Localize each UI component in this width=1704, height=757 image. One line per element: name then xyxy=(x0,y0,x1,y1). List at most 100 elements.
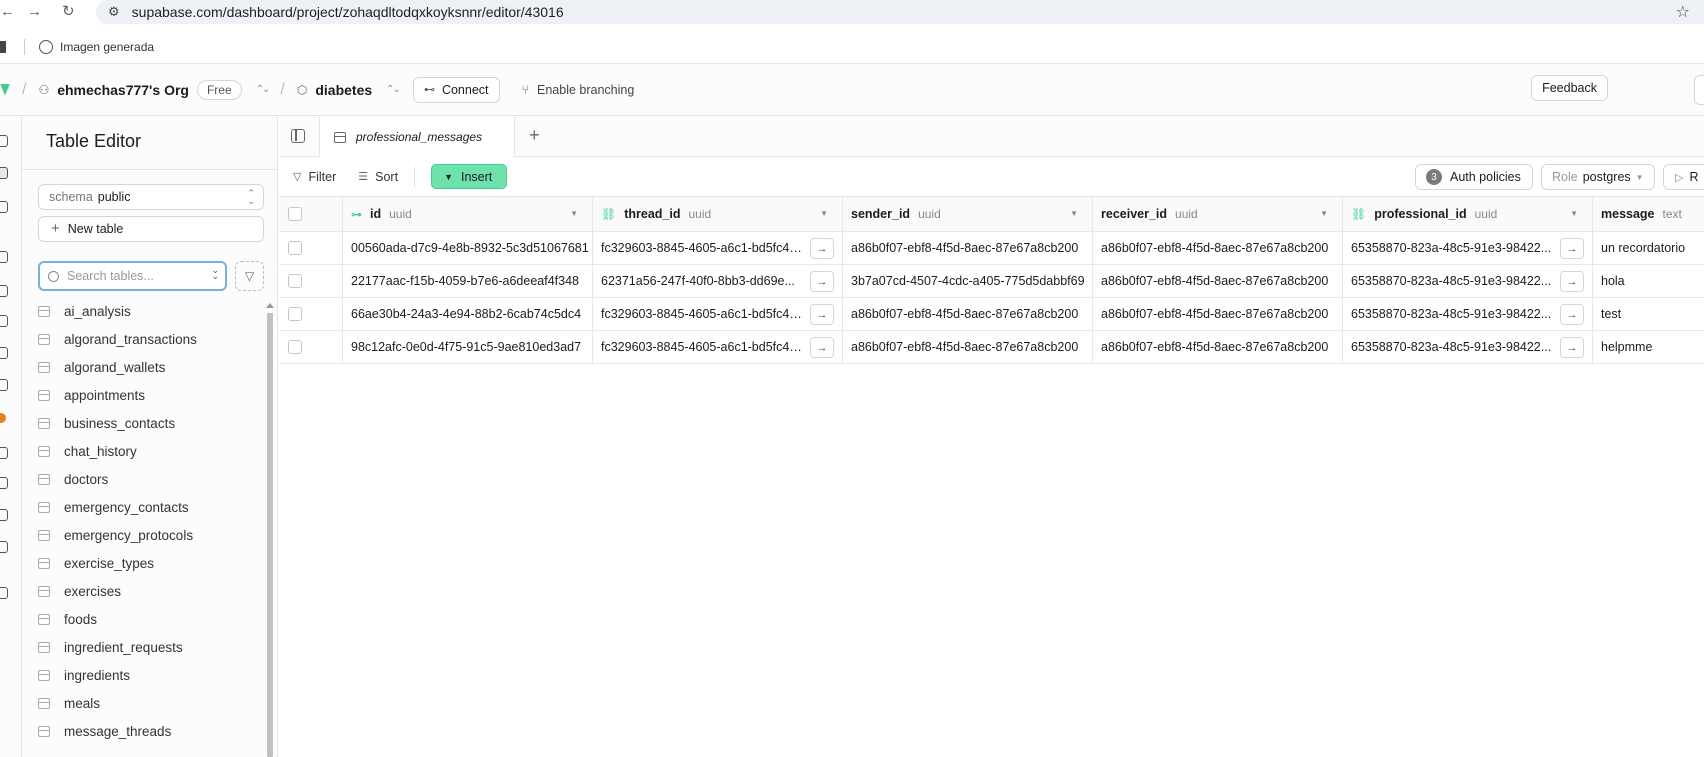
enable-branching-button[interactable]: ⑂ Enable branching xyxy=(522,83,635,97)
cell-receiver-id[interactable]: a86b0f07-ebf8-4f5d-8aec-87e67a8cb200 xyxy=(1093,298,1343,330)
table-row[interactable]: 66ae30b4-24a3-4e94-88b2-6cab74c5dc4 fc329… xyxy=(279,298,1704,331)
table-list-item[interactable]: emergency_contacts xyxy=(22,493,266,521)
supabase-logo-icon[interactable] xyxy=(0,83,10,96)
auth-icon[interactable] xyxy=(0,285,8,297)
table-list-item[interactable]: ingredients xyxy=(22,661,266,689)
settings-icon[interactable] xyxy=(0,587,8,599)
table-list-item[interactable]: appointments xyxy=(22,381,266,409)
table-list-item[interactable]: algorand_wallets xyxy=(22,353,266,381)
cell-professional-id[interactable]: 65358870-823a-48c5-91e3-98422... → xyxy=(1343,265,1593,297)
column-header-thread-id[interactable]: ⛓ thread_id uuid ▼ xyxy=(593,197,843,231)
search-input[interactable] xyxy=(67,269,197,283)
column-header-id[interactable]: ⊶ id uuid ▼ xyxy=(343,197,593,231)
cell-id[interactable]: 98c12afc-0e0d-4f75-91c5-9ae810ed3ad7 xyxy=(343,331,593,363)
cell-thread-id[interactable]: 62371a56-247f-40f0-8bb3-dd69e... → xyxy=(593,265,843,297)
connect-button[interactable]: ⊷ Connect xyxy=(412,76,500,103)
project-name[interactable]: diabetes xyxy=(315,82,372,98)
table-list-item[interactable]: chat_history xyxy=(22,437,266,465)
table-list-item[interactable]: exercises xyxy=(22,577,266,605)
arrow-right-icon[interactable]: → xyxy=(810,238,834,259)
bookmark-imagen-generada[interactable]: Imagen generada xyxy=(39,39,154,54)
api-docs-icon[interactable] xyxy=(0,509,8,521)
chevron-down-icon[interactable]: ▼ xyxy=(570,209,578,218)
chevron-down-icon[interactable]: ▼ xyxy=(1320,209,1328,218)
table-row[interactable]: 22177aac-f15b-4059-b7e6-a6deeaf4f348 6237… xyxy=(279,265,1704,298)
select-all-checkbox[interactable] xyxy=(288,207,302,221)
topbar-overflow-button[interactable] xyxy=(1694,75,1704,105)
org-switcher-icon[interactable]: ⌃⌄ xyxy=(256,84,271,95)
role-select[interactable]: Role postgres ▼ xyxy=(1541,164,1655,190)
reports-icon[interactable] xyxy=(0,447,8,459)
logs-icon[interactable] xyxy=(0,477,8,489)
home-icon[interactable] xyxy=(0,135,8,147)
add-tab-icon[interactable]: + xyxy=(529,125,540,146)
cell-thread-id[interactable]: fc329603-8845-4605-a6c1-bd5fc4d1a2b0 → xyxy=(593,232,843,264)
apps-grid-icon[interactable] xyxy=(0,40,10,53)
column-header-message[interactable]: message text xyxy=(1593,197,1704,231)
back-icon[interactable]: ← xyxy=(0,3,15,20)
cell-message[interactable]: un recordatorio xyxy=(1593,232,1704,264)
scrollbar-thumb[interactable] xyxy=(267,313,273,757)
table-list-item[interactable]: doctors xyxy=(22,465,266,493)
sidebar-scrollbar[interactable] xyxy=(266,303,274,757)
storage-icon[interactable] xyxy=(0,315,8,327)
database-icon[interactable] xyxy=(0,251,8,263)
chevron-down-icon[interactable]: ▼ xyxy=(1070,209,1078,218)
arrow-right-icon[interactable]: → xyxy=(1560,271,1584,292)
table-list-item[interactable]: message_threads xyxy=(22,717,266,745)
schema-select[interactable]: schema public ⌃ ⌄ xyxy=(38,184,264,210)
cell-professional-id[interactable]: 65358870-823a-48c5-91e3-98422... → xyxy=(1343,232,1593,264)
table-row[interactable]: 00560ada-d7c9-4e8b-8932-5c3d51067681 fc32… xyxy=(279,232,1704,265)
arrow-right-icon[interactable]: → xyxy=(1560,337,1584,358)
table-search[interactable]: ⌄⌄ xyxy=(38,261,227,291)
integrations-icon[interactable] xyxy=(0,541,8,553)
cell-professional-id[interactable]: 65358870-823a-48c5-91e3-98422... → xyxy=(1343,331,1593,363)
table-list-item[interactable]: exercise_types xyxy=(22,549,266,577)
cell-message[interactable]: test xyxy=(1593,298,1704,330)
insert-button[interactable]: ▼ Insert xyxy=(431,164,508,189)
cell-thread-id[interactable]: fc329603-8845-4605-a6c1-bd5fc4d1a2b0 → xyxy=(593,298,843,330)
arrow-right-icon[interactable]: → xyxy=(810,271,834,292)
auth-policies-button[interactable]: 3 Auth policies xyxy=(1415,164,1533,190)
table-list-item[interactable]: algorand_transactions xyxy=(22,325,266,353)
table-row[interactable]: 98c12afc-0e0d-4f75-91c5-9ae810ed3ad7 fc32… xyxy=(279,331,1704,364)
url-field[interactable]: ⚙ supabase.com/dashboard/project/zohaqdl… xyxy=(96,0,1704,24)
filter-button[interactable]: ▽ Filter xyxy=(293,170,336,184)
cell-sender-id[interactable]: a86b0f07-ebf8-4f5d-8aec-87e67a8cb200 xyxy=(843,331,1093,363)
table-list-item[interactable]: business_contacts xyxy=(22,409,266,437)
forward-icon[interactable]: → xyxy=(27,3,42,20)
sort-button[interactable]: ☰ Sort xyxy=(358,170,398,184)
arrow-right-icon[interactable]: → xyxy=(810,337,834,358)
row-checkbox[interactable] xyxy=(288,340,302,354)
row-checkbox[interactable] xyxy=(288,274,302,288)
row-checkbox[interactable] xyxy=(288,307,302,321)
arrow-right-icon[interactable]: → xyxy=(810,304,834,325)
new-table-button[interactable]: + New table xyxy=(38,216,264,242)
cell-sender-id[interactable]: 3b7a07cd-4507-4cdc-a405-775d5dabbf69 xyxy=(843,265,1093,297)
table-list-item[interactable]: ingredient_requests xyxy=(22,633,266,661)
toggle-sidebar-icon[interactable] xyxy=(291,129,305,143)
bookmark-star-icon[interactable]: ☆ xyxy=(1676,2,1690,22)
reload-icon[interactable]: ↻ xyxy=(62,2,75,20)
advisor-icon[interactable] xyxy=(0,413,6,423)
chevron-down-icon[interactable]: ▼ xyxy=(1570,209,1578,218)
table-list-item[interactable]: emergency_protocols xyxy=(22,521,266,549)
table-list-item[interactable]: foods xyxy=(22,605,266,633)
sql-editor-icon[interactable] xyxy=(0,201,8,213)
cell-receiver-id[interactable]: a86b0f07-ebf8-4f5d-8aec-87e67a8cb200 xyxy=(1093,232,1343,264)
chevron-down-icon[interactable]: ▼ xyxy=(820,209,828,218)
realtime-button[interactable]: ▷ R xyxy=(1663,164,1704,190)
cell-id[interactable]: 22177aac-f15b-4059-b7e6-a6deeaf4f348 xyxy=(343,265,593,297)
table-list-item[interactable]: ai_analysis xyxy=(22,297,266,325)
cell-receiver-id[interactable]: a86b0f07-ebf8-4f5d-8aec-87e67a8cb200 xyxy=(1093,265,1343,297)
column-header-receiver-id[interactable]: receiver_id uuid ▼ xyxy=(1093,197,1343,231)
filter-icon[interactable]: ▽ xyxy=(235,261,264,291)
column-header-sender-id[interactable]: sender_id uuid ▼ xyxy=(843,197,1093,231)
cell-sender-id[interactable]: a86b0f07-ebf8-4f5d-8aec-87e67a8cb200 xyxy=(843,298,1093,330)
realtime-icon[interactable] xyxy=(0,379,8,391)
column-header-professional-id[interactable]: ⛓ professional_id uuid ▼ xyxy=(1343,197,1593,231)
cell-receiver-id[interactable]: a86b0f07-ebf8-4f5d-8aec-87e67a8cb200 xyxy=(1093,331,1343,363)
cell-professional-id[interactable]: 65358870-823a-48c5-91e3-98422... → xyxy=(1343,298,1593,330)
org-name[interactable]: ehmechas777's Org xyxy=(57,82,189,98)
sort-chevrons-icon[interactable]: ⌄ ⌄ xyxy=(211,266,219,281)
